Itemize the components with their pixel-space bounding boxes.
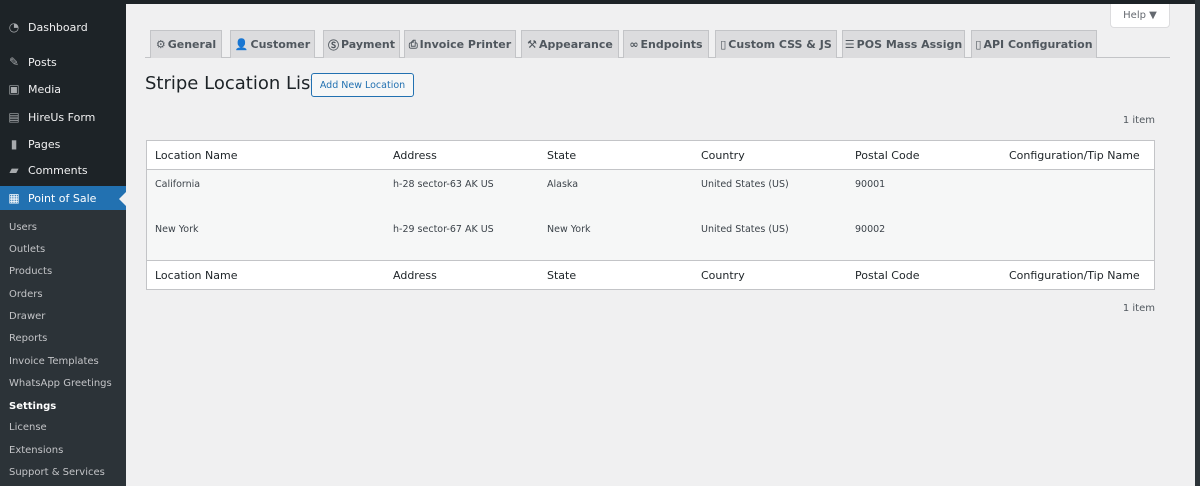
column-header[interactable]: Postal Code <box>855 149 919 162</box>
menu-label: Point of Sale <box>28 191 97 205</box>
printer-icon: ⎙ <box>408 37 418 51</box>
column-header[interactable]: Location Name <box>155 149 237 162</box>
menu-label: Posts <box>28 55 57 69</box>
cell-address: h-29 sector-67 AK US <box>393 224 494 235</box>
cell-state: Alaska <box>547 179 579 190</box>
cell-country: United States (US) <box>701 224 789 235</box>
tab-general[interactable]: ⚙ General <box>150 30 222 58</box>
column-header[interactable]: Country <box>701 149 745 162</box>
column-footer[interactable]: Address <box>393 269 437 282</box>
scrollbar[interactable] <box>1195 0 1200 486</box>
submenu-users[interactable]: Users <box>9 222 37 233</box>
tab-appearance[interactable]: ⚒ Appearance <box>521 30 619 58</box>
cell-country: United States (US) <box>701 179 789 190</box>
submenu-outlets[interactable]: Outlets <box>9 244 45 255</box>
submenu-invoice-templates[interactable]: Invoice Templates <box>9 356 99 367</box>
column-footer[interactable]: Location Name <box>155 269 237 282</box>
submenu-products[interactable]: Products <box>9 266 52 277</box>
cell-state: New York <box>547 224 591 235</box>
link-icon: ∞ <box>629 38 639 51</box>
submenu-drawer[interactable]: Drawer <box>9 311 45 322</box>
column-footer[interactable]: Country <box>701 269 745 282</box>
column-header[interactable]: Address <box>393 149 437 162</box>
submenu-reports[interactable]: Reports <box>9 333 47 344</box>
gear-icon: ⚙ <box>155 38 166 51</box>
pages-icon: ▮ <box>10 137 18 151</box>
cell-location-name: California <box>155 179 201 190</box>
hammer-icon: ⚒ <box>527 38 538 51</box>
dollar-icon: Ⓢ <box>327 38 339 52</box>
media-icon: ▣ <box>8 82 20 96</box>
column-header[interactable]: Configuration/Tip Name <box>1009 149 1140 162</box>
settings-tabs: ⚙ General 👤 Customer Ⓢ Payment ⎙ Invoice Pri… <box>145 30 1170 58</box>
code-file-icon: ▯ <box>720 38 727 51</box>
tab-label: General <box>167 38 217 51</box>
calculator-icon: ▦ <box>8 191 20 205</box>
tab-pos-mass-assign[interactable]: ☰ POS Mass Assign <box>842 30 965 58</box>
cell-postal-code: 90001 <box>855 179 886 190</box>
column-footer[interactable]: Postal Code <box>855 269 919 282</box>
dashboard-icon: ◔ <box>8 20 20 34</box>
column-footer[interactable]: State <box>547 269 576 282</box>
menu-label: Pages <box>28 137 61 151</box>
tab-label: Invoice Printer <box>419 38 512 51</box>
tab-payment[interactable]: Ⓢ Payment <box>323 30 400 58</box>
item-count-top: 1 item <box>1122 115 1155 126</box>
admin-sidebar: ◔ Dashboard ✎ Posts ▣ Media ▤ HireUs Form ▮ P… <box>0 0 126 486</box>
menu-comments[interactable]: ▰ Comments <box>0 157 126 183</box>
admin-bar <box>0 0 1200 4</box>
tab-label: Customer <box>250 38 311 51</box>
tab-label: Endpoints <box>640 38 703 51</box>
column-header[interactable]: State <box>547 149 576 162</box>
cell-location-name: New York <box>155 224 199 235</box>
tab-label: Appearance <box>539 38 613 51</box>
tab-label: API Configuration <box>983 38 1093 51</box>
table-row[interactable]: New York h-29 sector-67 AK US New York U… <box>147 215 1154 260</box>
menu-dashboard[interactable]: ◔ Dashboard <box>0 14 126 40</box>
menu-media[interactable]: ▣ Media <box>0 76 126 102</box>
pin-icon: ✎ <box>8 55 20 69</box>
menu-hireus-form[interactable]: ▤ HireUs Form <box>0 104 126 130</box>
submenu-settings[interactable]: Settings <box>9 401 56 412</box>
submenu-support-services[interactable]: Support & Services <box>9 467 105 478</box>
menu-posts[interactable]: ✎ Posts <box>0 49 126 75</box>
tab-endpoints[interactable]: ∞ Endpoints <box>623 30 709 58</box>
help-button[interactable]: Help ▼ <box>1110 4 1170 28</box>
tab-customer[interactable]: 👤 Customer <box>230 30 315 58</box>
form-icon: ▤ <box>8 110 20 124</box>
submenu-extensions[interactable]: Extensions <box>9 445 63 456</box>
tab-custom-css-js[interactable]: ▯ Custom CSS & JS <box>715 30 837 58</box>
table-header: Location Name Address State Country Post… <box>147 141 1154 170</box>
column-footer[interactable]: Configuration/Tip Name <box>1009 269 1140 282</box>
table-footer: Location Name Address State Country Post… <box>147 260 1154 289</box>
item-count-bottom: 1 item <box>1122 303 1155 314</box>
menu-label: Comments <box>28 163 88 177</box>
tab-invoice-printer[interactable]: ⎙ Invoice Printer <box>404 30 516 58</box>
cell-address: h-28 sector-63 AK US <box>393 179 494 190</box>
submenu-license[interactable]: License <box>9 422 47 433</box>
menu-point-of-sale[interactable]: ▦ Point of Sale <box>0 186 126 210</box>
tab-label: POS Mass Assign <box>856 38 963 51</box>
tab-label: Custom CSS & JS <box>728 38 832 51</box>
menu-label: Media <box>28 82 62 96</box>
cell-postal-code: 90002 <box>855 224 886 235</box>
add-new-location-button[interactable]: Add New Location <box>311 73 414 97</box>
tab-api-configuration[interactable]: ▯ API Configuration <box>971 30 1097 58</box>
table-row[interactable]: California h-28 sector-63 AK US Alaska U… <box>147 170 1154 215</box>
page-title: Stripe Location List <box>145 73 318 94</box>
location-table: Location Name Address State Country Post… <box>146 140 1155 290</box>
database-icon: ☰ <box>844 38 855 51</box>
user-icon: 👤 <box>234 38 249 51</box>
menu-label: Dashboard <box>28 20 88 34</box>
menu-pages[interactable]: ▮ Pages <box>0 131 126 157</box>
comments-icon: ▰ <box>9 163 19 177</box>
code-file-icon: ▯ <box>975 38 982 51</box>
menu-label: HireUs Form <box>28 110 96 124</box>
tab-label: Payment <box>340 38 396 51</box>
pos-submenu: Users Outlets Products Orders Drawer Rep… <box>0 210 126 486</box>
submenu-orders[interactable]: Orders <box>9 289 43 300</box>
submenu-whatsapp-greetings[interactable]: WhatsApp Greetings <box>9 378 112 389</box>
